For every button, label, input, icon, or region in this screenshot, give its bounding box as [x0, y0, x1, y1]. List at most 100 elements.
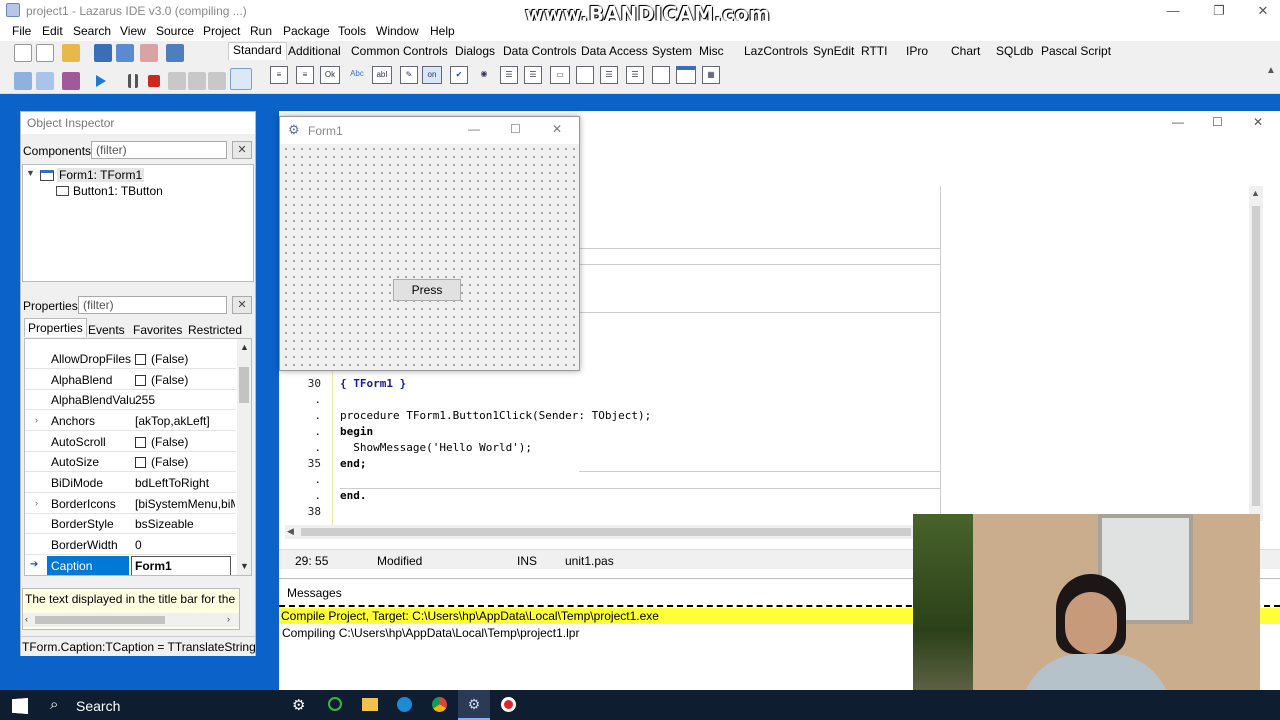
tab-dialogs[interactable]: Dialogs: [455, 44, 495, 58]
menu-project[interactable]: Project: [203, 24, 240, 38]
checkbox-icon[interactable]: [135, 437, 146, 448]
tpopupmenu-icon[interactable]: ≡: [296, 66, 314, 84]
chrome-icon[interactable]: [432, 697, 447, 712]
oi-titlebar[interactable]: Object Inspector: [21, 112, 255, 134]
tree-node-button1[interactable]: Button1: TButton: [73, 184, 163, 198]
component-tree[interactable]: ▼ Form1: TForm1 Button1: TButton: [22, 164, 254, 282]
step-out-icon[interactable]: [208, 72, 226, 90]
menu-window[interactable]: Window: [376, 24, 419, 38]
form1-titlebar[interactable]: ⚙ Form1 — ☐ ✕: [280, 117, 579, 144]
tmemo-icon[interactable]: ✎: [400, 66, 418, 84]
components-filter-clear-icon[interactable]: ✕: [232, 141, 252, 159]
editor-hscrollbar[interactable]: ◀: [285, 525, 913, 539]
tab-favorites[interactable]: Favorites: [133, 323, 182, 337]
menu-file[interactable]: File: [12, 24, 31, 38]
run-icon[interactable]: [96, 75, 106, 87]
property-row[interactable]: BorderStyle bsSizeable: [25, 514, 236, 534]
tab-sqldb[interactable]: SQLdb: [996, 44, 1033, 58]
tgroupbox-icon[interactable]: [576, 66, 594, 84]
tcombobox-icon[interactable]: ☰: [524, 66, 542, 84]
scroll-left-icon[interactable]: ◀: [287, 526, 294, 537]
press-button[interactable]: Press: [393, 279, 461, 301]
file-explorer-icon[interactable]: [362, 698, 378, 711]
menu-source[interactable]: Source: [156, 24, 194, 38]
editor-minimize-button[interactable]: —: [1172, 115, 1184, 129]
tab-misc[interactable]: Misc: [699, 44, 724, 58]
tcheckgroup-icon[interactable]: ☰: [626, 66, 644, 84]
view-forms2-icon[interactable]: [36, 72, 54, 90]
stop-icon[interactable]: [148, 75, 160, 87]
edge-icon[interactable]: [397, 697, 412, 712]
pause-icon[interactable]: [128, 74, 138, 88]
search-icon[interactable]: ⌕: [50, 696, 58, 713]
menu-edit[interactable]: Edit: [42, 24, 63, 38]
maximize-button[interactable]: ❐: [1196, 0, 1242, 21]
menu-search[interactable]: Search: [73, 24, 111, 38]
checkbox-icon[interactable]: [135, 375, 146, 386]
tedit-icon[interactable]: abI: [372, 66, 392, 84]
menu-package[interactable]: Package: [283, 24, 330, 38]
menu-tools[interactable]: Tools: [338, 24, 366, 38]
pointer-tool-icon[interactable]: [230, 68, 252, 90]
property-value[interactable]: 0: [135, 538, 235, 552]
new-unit-icon[interactable]: [14, 44, 32, 62]
property-row[interactable]: › Anchors [akTop,akLeft]: [25, 411, 236, 431]
step-over-icon[interactable]: [188, 72, 206, 90]
editor-maximize-button[interactable]: ☐: [1212, 115, 1223, 129]
tab-common-controls[interactable]: Common Controls: [351, 44, 448, 58]
scroll-up-icon[interactable]: ▲: [1251, 188, 1260, 198]
tab-ipro[interactable]: IPro: [906, 44, 928, 58]
save-icon[interactable]: [94, 44, 112, 62]
property-value[interactable]: (False): [135, 435, 235, 449]
tbutton-icon[interactable]: Ok: [320, 66, 340, 84]
editor-close-button[interactable]: ✕: [1253, 115, 1263, 129]
tactionlist-icon[interactable]: ▦: [702, 66, 720, 84]
scroll-thumb[interactable]: [239, 367, 249, 403]
property-row[interactable]: BorderWidth 0: [25, 535, 236, 555]
tab-standard[interactable]: Standard: [228, 42, 287, 60]
property-scrollbar[interactable]: ▲ ▼: [237, 339, 251, 575]
tradiobutton-icon[interactable]: ◉: [475, 66, 493, 84]
property-row[interactable]: › BorderIcons [biSystemMenu,biMi: [25, 494, 236, 514]
palette-scroll-icon[interactable]: ▲: [1266, 65, 1276, 76]
tab-events[interactable]: Events: [88, 323, 125, 337]
scroll-right-icon[interactable]: ›: [227, 614, 230, 624]
scroll-up-icon[interactable]: ▲: [240, 342, 249, 352]
editor-vscrollbar[interactable]: ▲: [1249, 186, 1263, 521]
property-value[interactable]: (False): [135, 352, 235, 366]
tree-expand-icon[interactable]: ▼: [26, 168, 35, 178]
lazarus-taskbar-icon[interactable]: ⚙: [458, 690, 490, 720]
tlabel-icon[interactable]: Abc: [346, 66, 368, 84]
tab-pascal-script[interactable]: Pascal Script: [1041, 44, 1111, 58]
property-row[interactable]: AlphaBlendValu 255: [25, 390, 236, 410]
tab-chart[interactable]: Chart: [951, 44, 980, 58]
property-value[interactable]: [biSystemMenu,biMi: [135, 497, 235, 511]
code-area[interactable]: 30 . . . . 35 . . 38 { TForm1 } procedur…: [279, 373, 939, 523]
property-row[interactable]: AlphaBlend (False): [25, 370, 236, 390]
property-value[interactable]: [akTop,akLeft]: [135, 414, 235, 428]
checkbox-icon[interactable]: [135, 354, 146, 365]
tab-system[interactable]: System: [652, 44, 692, 58]
menu-run[interactable]: Run: [250, 24, 272, 38]
tmainmenu-icon[interactable]: ≡: [270, 66, 288, 84]
tpanel-icon[interactable]: [652, 66, 670, 84]
property-value[interactable]: bsSizeable: [135, 517, 235, 531]
tab-data-access[interactable]: Data Access: [581, 44, 648, 58]
close-button[interactable]: ✕: [1240, 0, 1280, 21]
caption-value-input[interactable]: Form1: [131, 556, 231, 575]
checkbox-icon[interactable]: [135, 457, 146, 468]
property-value[interactable]: bdLeftToRight: [135, 476, 235, 490]
scroll-down-icon[interactable]: ▼: [240, 561, 249, 571]
open-icon[interactable]: [62, 44, 80, 62]
property-row[interactable]: AutoScroll (False): [25, 432, 236, 452]
property-grid[interactable]: AllowDropFiles (False) AlphaBlend (False…: [24, 338, 252, 576]
property-row[interactable]: BiDiMode bdLeftToRight: [25, 473, 236, 493]
settings-icon[interactable]: ⚙: [292, 696, 305, 714]
windows-start-icon[interactable]: [12, 698, 28, 714]
tab-rtti[interactable]: RTTI: [861, 44, 887, 58]
form1-close-button[interactable]: ✕: [552, 122, 562, 136]
view-units-icon[interactable]: [14, 72, 32, 90]
hscroll-thumb[interactable]: [35, 616, 165, 624]
scroll-thumb[interactable]: [1252, 206, 1260, 506]
hscroll-thumb[interactable]: [301, 528, 911, 536]
